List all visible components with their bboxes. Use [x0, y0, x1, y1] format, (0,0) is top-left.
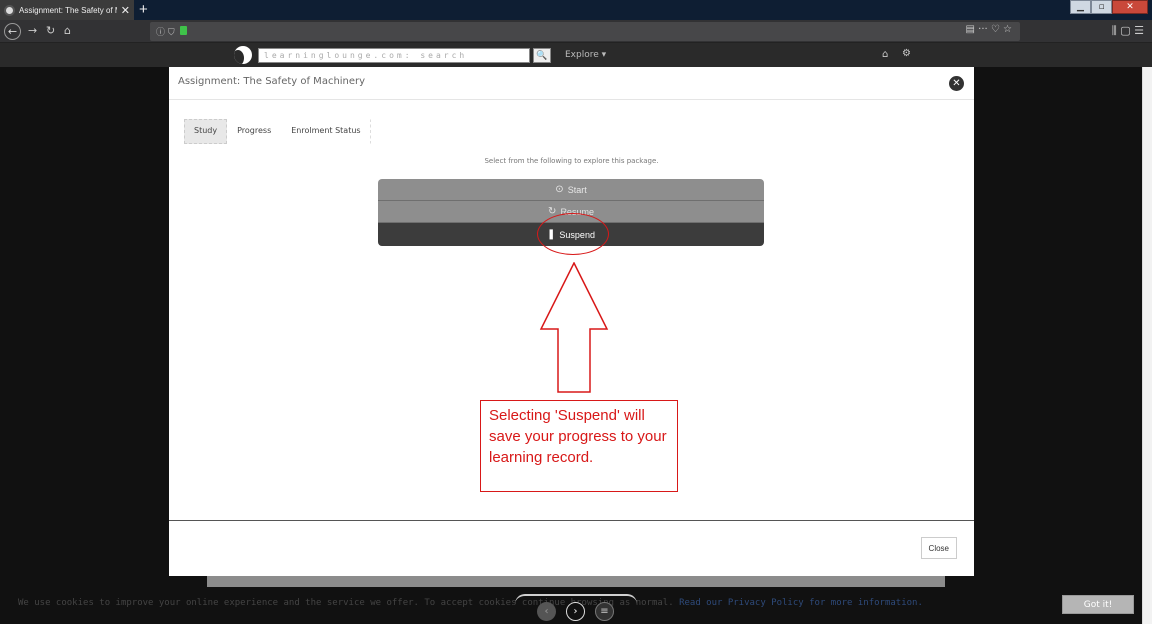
- tab-enrolment-status[interactable]: Enrolment Status: [281, 119, 371, 144]
- explore-menu[interactable]: Explore ▾: [565, 48, 606, 62]
- up-arrow-icon: [539, 262, 609, 393]
- start-label: Start: [567, 184, 587, 195]
- next-icon[interactable]: ›: [566, 602, 585, 621]
- assignment-modal: Assignment: The Safety of Machinery ✕ St…: [169, 67, 974, 576]
- gear-icon[interactable]: ⚙: [902, 48, 911, 59]
- browser-tab[interactable]: Assignment: The Safety of Ma ✕: [0, 0, 134, 20]
- modal-title: Assignment: The Safety of Machinery: [178, 76, 366, 87]
- new-tab-button[interactable]: +: [139, 1, 148, 18]
- lock-icon: [180, 26, 187, 35]
- toolbar-right-icons[interactable]: ⫼ ▢ ☰: [1112, 24, 1144, 38]
- modal-header: Assignment: The Safety of Machinery ✕: [169, 67, 974, 100]
- site-info-icon[interactable]: ⓘ ⛉: [156, 25, 175, 38]
- annotation-callout: Selecting 'Suspend' will save your progr…: [480, 400, 678, 492]
- instructions-text: Select from the following to explore thi…: [484, 157, 659, 165]
- close-button[interactable]: Close: [920, 537, 957, 559]
- site-search-input[interactable]: learninglounge.com: search: [258, 48, 530, 63]
- home-icon[interactable]: ⌂: [64, 24, 71, 38]
- privacy-policy-link[interactable]: Read our Privacy Policy for more informa…: [679, 598, 923, 608]
- modal-footer: Close: [169, 520, 974, 576]
- tab-study[interactable]: Study: [184, 119, 228, 144]
- highlight-ellipse: [537, 213, 609, 255]
- browser-nav-bar: ← → ↻ ⌂ ⓘ ⛉ ▤ ··· ♡ ☆ ⫼ ▢ ☰: [0, 20, 1152, 43]
- page-scrollbar[interactable]: [1142, 67, 1152, 624]
- player-controls: ‹ › ≡: [515, 594, 637, 624]
- site-home-icon[interactable]: ⌂: [882, 49, 888, 60]
- maximize-button[interactable]: ▫: [1091, 0, 1112, 14]
- tab-progress[interactable]: Progress: [227, 119, 281, 144]
- browser-tab-bar: Assignment: The Safety of Ma ✕ + ▁ ▫ ✕: [0, 0, 1152, 20]
- start-button[interactable]: ⊙ Start: [378, 179, 764, 201]
- forward-arrow-icon[interactable]: →: [28, 24, 37, 38]
- window-controls: ▁ ▫ ✕: [1070, 0, 1148, 14]
- site-favicon-icon: [4, 4, 15, 16]
- background-panel: [207, 575, 945, 587]
- close-icon[interactable]: ✕: [949, 76, 964, 91]
- urlbar-actions[interactable]: ▤ ··· ♡ ☆: [966, 24, 1012, 35]
- url-bar[interactable]: ⓘ ⛉ ▤ ··· ♡ ☆: [150, 22, 1020, 41]
- learninglounge-logo[interactable]: [234, 46, 252, 64]
- modal-tabs: Study Progress Enrolment Status: [184, 119, 371, 144]
- got-it-button[interactable]: Got it!: [1062, 595, 1134, 614]
- site-header: learninglounge.com: search 🔍 Explore ▾ ⌂…: [0, 43, 1152, 67]
- window-close-button[interactable]: ✕: [1112, 0, 1148, 14]
- play-circle-icon: ⊙: [555, 184, 564, 195]
- tab-close-icon[interactable]: ✕: [121, 5, 130, 16]
- menu-icon[interactable]: ≡: [595, 602, 614, 621]
- reload-icon[interactable]: ↻: [46, 24, 55, 38]
- back-arrow-icon[interactable]: ←: [4, 23, 21, 40]
- search-icon[interactable]: 🔍: [533, 48, 551, 63]
- minimize-button[interactable]: ▁: [1070, 0, 1091, 14]
- previous-icon[interactable]: ‹: [537, 602, 556, 621]
- tab-title: Assignment: The Safety of Ma: [19, 5, 117, 15]
- cookie-text: We use cookies to improve your online ex…: [18, 598, 923, 608]
